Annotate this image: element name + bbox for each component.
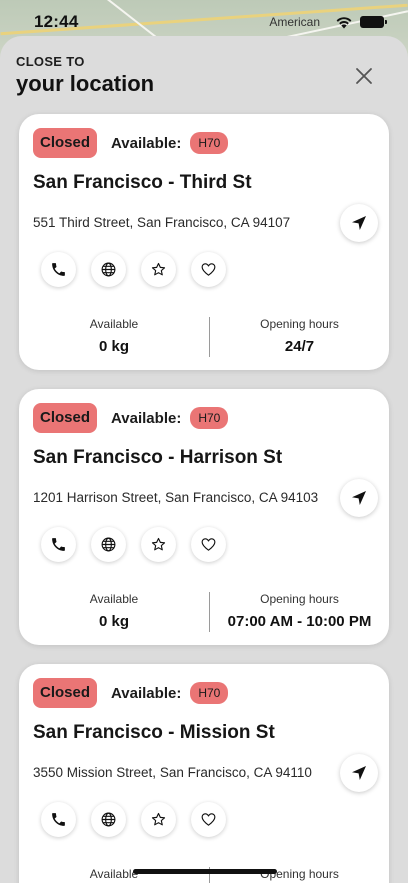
call-button[interactable] xyxy=(41,252,76,287)
navigation-arrow-icon xyxy=(352,216,366,230)
card-badges: Closed Available: H70 xyxy=(33,403,229,433)
card-actions xyxy=(41,802,226,837)
available-label: Available: xyxy=(111,134,182,152)
stat-available-label: Available xyxy=(89,592,139,606)
sheet-header: CLOSE TO your location xyxy=(0,36,408,114)
navigate-button[interactable] xyxy=(340,479,378,517)
stat-hours-label: Opening hours xyxy=(260,317,339,331)
fuel-type-badge: H70 xyxy=(190,132,229,154)
status-bar: 12:44 American xyxy=(0,0,408,44)
like-button[interactable] xyxy=(191,527,226,562)
navigation-arrow-icon xyxy=(352,766,366,780)
battery-icon xyxy=(360,16,387,28)
stat-available-label: Available xyxy=(89,317,139,331)
globe-icon xyxy=(101,812,116,827)
station-stats: Available 0 kg Opening hours 24/7 xyxy=(19,317,389,357)
phone-icon xyxy=(52,263,65,276)
phone-icon xyxy=(52,813,65,826)
star-icon xyxy=(151,537,166,551)
stat-available: Available 0 kg xyxy=(19,592,209,632)
close-icon xyxy=(356,68,372,84)
status-badge: Closed xyxy=(33,403,98,433)
heart-icon xyxy=(201,263,216,276)
globe-icon xyxy=(101,262,116,277)
favorite-button[interactable] xyxy=(141,252,176,287)
website-button[interactable] xyxy=(91,802,126,837)
status-badge: Closed xyxy=(33,128,98,158)
stat-hours: Opening hours 07:00 AM - 10:00 PM xyxy=(209,592,389,632)
station-card-3[interactable]: Closed Available: H70 San Francisco - Mi… xyxy=(19,664,389,883)
station-name: San Francisco - Harrison St xyxy=(33,447,283,468)
call-button[interactable] xyxy=(41,802,76,837)
like-button[interactable] xyxy=(191,802,226,837)
star-icon xyxy=(151,262,166,276)
favorite-button[interactable] xyxy=(141,802,176,837)
station-card-1[interactable]: Closed Available: H70 San Francisco - Th… xyxy=(19,114,389,370)
station-name: San Francisco - Mission St xyxy=(33,722,275,743)
fuel-type-badge: H70 xyxy=(190,682,229,704)
status-indicators: American xyxy=(269,15,387,29)
navigation-arrow-icon xyxy=(352,491,366,505)
station-stats: Available 0 kg Opening hours 07:00 AM - … xyxy=(19,592,389,632)
status-badge: Closed xyxy=(33,678,98,708)
stat-available-value: 0 kg xyxy=(98,613,129,630)
website-button[interactable] xyxy=(91,252,126,287)
wifi-icon xyxy=(336,17,352,29)
close-button[interactable] xyxy=(354,66,374,86)
card-badges: Closed Available: H70 xyxy=(33,678,229,708)
call-button[interactable] xyxy=(41,527,76,562)
sheet-title: your location xyxy=(16,71,155,96)
sheet-overline: CLOSE TO xyxy=(16,54,85,69)
stat-available: Available 0 kg xyxy=(19,317,209,357)
navigate-button[interactable] xyxy=(340,754,378,792)
fuel-type-badge: H70 xyxy=(190,407,229,429)
navigate-button[interactable] xyxy=(340,204,378,242)
stat-hours-value: 24/7 xyxy=(284,338,315,355)
station-address: 3550 Mission Street, San Francisco, CA 9… xyxy=(33,765,312,780)
stat-hours: Opening hours 24/7 xyxy=(209,317,389,357)
card-badges: Closed Available: H70 xyxy=(33,128,229,158)
card-actions xyxy=(41,252,226,287)
available-label: Available: xyxy=(111,409,182,427)
favorite-button[interactable] xyxy=(141,527,176,562)
website-button[interactable] xyxy=(91,527,126,562)
station-address: 1201 Harrison Street, San Francisco, CA … xyxy=(33,490,319,505)
globe-icon xyxy=(101,537,116,552)
stat-available-value: 0 kg xyxy=(98,338,129,355)
available-label: Available: xyxy=(111,684,182,702)
station-card-2[interactable]: Closed Available: H70 San Francisco - Ha… xyxy=(19,389,389,645)
heart-icon xyxy=(201,813,216,826)
station-address: 551 Third Street, San Francisco, CA 9410… xyxy=(33,215,291,230)
home-indicator xyxy=(133,869,277,874)
heart-icon xyxy=(201,538,216,551)
status-time: 12:44 xyxy=(34,12,79,31)
card-actions xyxy=(41,527,226,562)
station-name: San Francisco - Third St xyxy=(33,172,252,193)
stat-hours-value: 07:00 AM - 10:00 PM xyxy=(227,613,372,630)
like-button[interactable] xyxy=(191,252,226,287)
map-place-label: American xyxy=(269,15,320,29)
phone-icon xyxy=(52,538,65,551)
star-icon xyxy=(151,812,166,826)
stat-hours-label: Opening hours xyxy=(260,592,339,606)
